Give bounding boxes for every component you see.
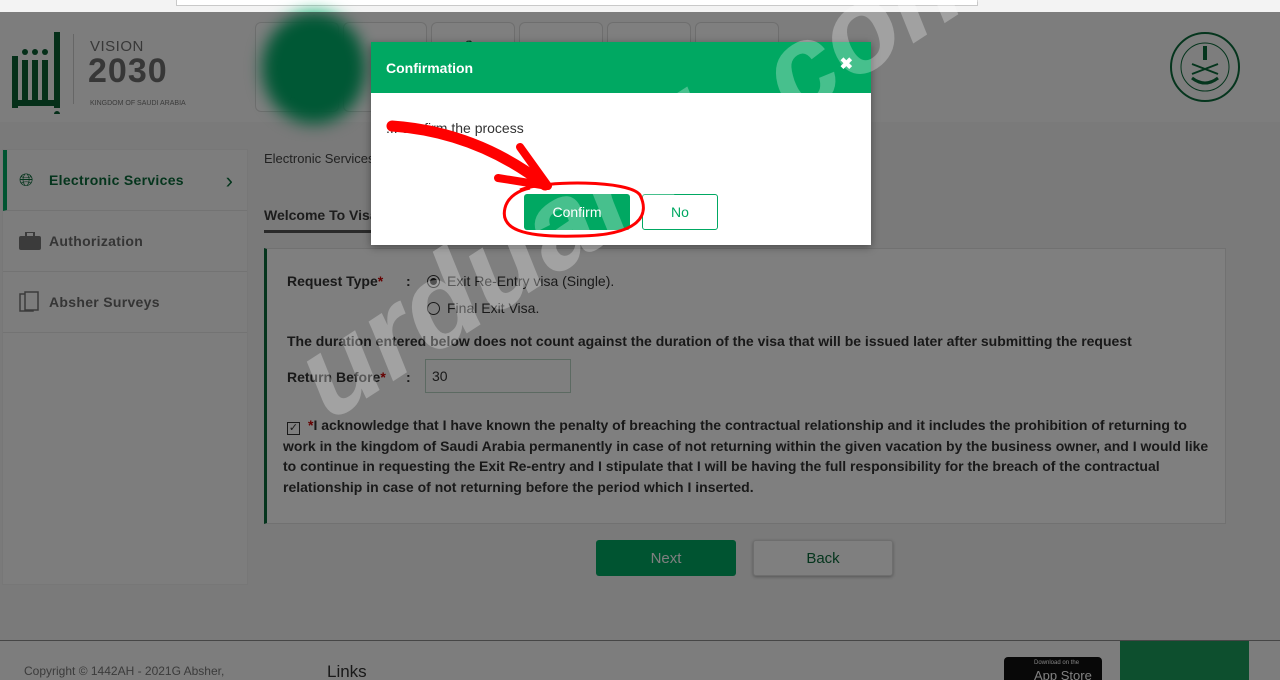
no-button[interactable]: No — [642, 194, 718, 230]
confirm-button[interactable]: Confirm — [524, 194, 630, 230]
address-bar[interactable] — [176, 0, 978, 6]
dialog-title: Confirmation — [386, 60, 474, 76]
close-icon[interactable]: ✖ — [840, 54, 853, 74]
dialog-message: ... confirm the process — [386, 120, 524, 136]
browser-chrome — [0, 0, 1280, 12]
dialog-header: Confirmation ✖ — [371, 42, 871, 93]
confirmation-dialog: Confirmation ✖ ... confirm the process C… — [371, 42, 871, 245]
